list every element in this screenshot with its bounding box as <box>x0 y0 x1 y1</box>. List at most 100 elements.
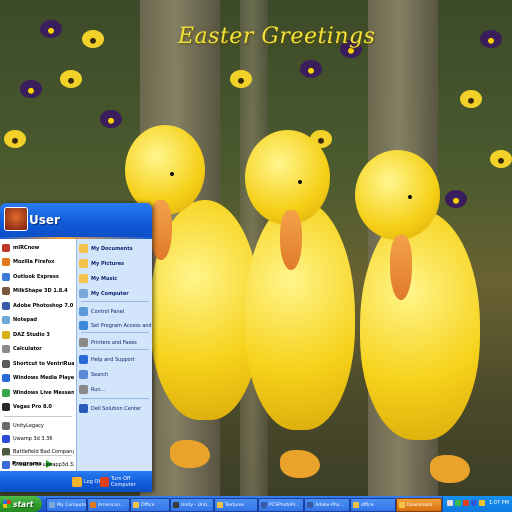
places-item[interactable]: Printers and Faxes <box>79 336 152 349</box>
taskbar-button[interactable]: PCSPhotoPr... <box>258 498 304 512</box>
pinned-program-item[interactable]: Outlook Express <box>2 270 74 283</box>
places-label: Printers and Faxes <box>91 339 137 346</box>
places-item[interactable]: Run... <box>79 383 152 396</box>
duckling-beak <box>280 210 302 270</box>
pansy-flower <box>300 60 322 78</box>
places-item[interactable]: My Pictures <box>79 257 152 270</box>
taskbar-button-label: My Computer <box>57 502 87 508</box>
menu-separator <box>81 398 149 399</box>
places-item[interactable]: Control Panel <box>79 305 152 318</box>
shortcut-icon <box>2 460 10 469</box>
program-label: Windows Media Player <box>13 375 74 381</box>
places-item[interactable]: Search <box>79 368 152 381</box>
taskbar-button-label: Office <box>141 502 155 508</box>
pansy-flower <box>460 90 482 108</box>
taskbar-button-label: office <box>361 502 374 508</box>
taskbar-button-label: Unity - Unti... <box>181 502 212 508</box>
recent-program-item[interactable]: Battlefield Bad Company 2 <box>2 445 74 458</box>
start-button[interactable]: start <box>0 496 42 512</box>
pinned-program-item[interactable]: mIRCnow <box>2 241 74 254</box>
system-tray: 1:07 PM <box>442 496 512 512</box>
places-label: My Computer <box>91 290 129 297</box>
pinned-program-item[interactable]: Notepad <box>2 314 74 327</box>
unity-icon <box>173 502 179 508</box>
program-label: DAZ Studio 3 <box>13 331 50 338</box>
menu-separator <box>4 416 72 417</box>
program-label: Shortcut to uswapp3d.325 <box>13 461 74 468</box>
tray-icon[interactable] <box>447 500 453 506</box>
duckling-eye <box>170 172 174 176</box>
program-label: MilkShape 3D 1.8.4 <box>13 288 68 294</box>
places-item[interactable]: My Computer <box>79 287 152 300</box>
control-panel-icon <box>79 307 88 316</box>
pinned-program-item[interactable]: Calculator <box>2 343 74 356</box>
clock[interactable]: 1:07 PM <box>489 500 509 506</box>
pinned-program-item[interactable]: Vegas Pro 8.0 <box>2 401 74 414</box>
vegas-icon <box>2 403 10 411</box>
menu-separator <box>81 332 149 333</box>
browser-icon <box>90 502 96 508</box>
outlook-express-icon <box>2 272 10 281</box>
taskbar-button-label: Downloads <box>407 502 433 508</box>
pansy-flower <box>40 20 62 38</box>
places-item[interactable]: My Music <box>79 272 152 285</box>
places-label: My Pictures <box>91 260 125 267</box>
pansy-flower <box>100 110 122 128</box>
user-avatar[interactable] <box>4 207 28 231</box>
media-player-icon <box>2 374 10 382</box>
duckling-foot <box>430 455 470 483</box>
tray-icon[interactable] <box>455 500 461 506</box>
start-menu-footer: Log Off Turn Off Computer <box>0 471 152 492</box>
pinned-program-item[interactable]: Adobe Photoshop 7.0 <box>2 299 74 312</box>
pictures-folder-icon <box>79 259 88 268</box>
pinned-program-item[interactable]: DAZ Studio 3 <box>2 328 74 341</box>
taskbar-button[interactable]: Unity - Unti... <box>170 498 214 512</box>
menu-separator <box>4 455 72 456</box>
notepad-icon <box>2 316 10 324</box>
folder-icon <box>399 502 405 508</box>
uwamp-icon <box>2 434 10 443</box>
taskbar-button[interactable]: Downloads <box>396 498 442 512</box>
program-label: Vegas Pro 8.0 <box>13 404 52 410</box>
taskbar-button[interactable]: Adobe Pho... <box>304 498 350 512</box>
taskbar-button[interactable]: Office <box>130 498 170 512</box>
pinned-program-item[interactable]: Windows Live Messenger <box>2 386 74 399</box>
messenger-icon <box>2 388 10 397</box>
mirc-icon <box>2 243 10 252</box>
program-label: mIRCnow <box>13 244 40 251</box>
pinned-program-item[interactable]: Windows Media Player <box>2 372 74 385</box>
folder-icon <box>133 502 139 508</box>
turn-off-button[interactable]: Turn Off Computer <box>100 476 152 488</box>
tray-icon[interactable] <box>463 500 469 506</box>
pinned-program-item[interactable]: MilkShape 3D 1.8.4 <box>2 285 74 298</box>
recent-program-item[interactable]: Uwamp 3d 3.36 <box>2 432 74 445</box>
places-item[interactable]: Help and Support <box>79 353 152 366</box>
pansy-flower <box>480 30 502 48</box>
pinned-program-item[interactable]: Shortcut to VentriRuaste <box>2 357 74 370</box>
program-defaults-icon <box>79 321 88 330</box>
recent-program-item[interactable]: Shortcut to uswapp3d.325 <box>2 458 74 471</box>
program-label: Outlook Express <box>13 273 59 280</box>
places-label: Help and Support <box>91 356 135 363</box>
start-label: start <box>13 499 34 509</box>
program-label: Mozilla Firefox <box>13 259 55 265</box>
taskbar-button[interactable]: office <box>350 498 396 512</box>
duckling-eye <box>408 195 412 199</box>
places-item[interactable]: Set Program Access and Defaults <box>79 319 152 332</box>
places-item[interactable]: Dell Solution Center <box>79 402 152 415</box>
program-label: Shortcut to VentriRuaste <box>13 360 74 367</box>
search-icon <box>79 370 88 379</box>
places-item[interactable]: My Documents <box>79 242 152 255</box>
log-off-button[interactable]: Log Off <box>72 476 102 487</box>
program-label: Notepad <box>13 317 37 323</box>
taskbar-button[interactable]: Textures <box>214 498 258 512</box>
taskbar-button[interactable]: American... <box>87 498 130 512</box>
tray-icon[interactable] <box>479 500 485 506</box>
duckling-eye <box>298 180 302 184</box>
run-icon <box>79 385 88 394</box>
taskbar-button[interactable]: My Computer <box>46 498 87 512</box>
recent-program-item[interactable]: UnityLegacy <box>2 419 74 432</box>
tray-icon[interactable] <box>471 500 477 506</box>
program-label: Battlefield Bad Company 2 <box>13 448 74 455</box>
pinned-program-item[interactable]: Mozilla Firefox <box>2 256 74 269</box>
